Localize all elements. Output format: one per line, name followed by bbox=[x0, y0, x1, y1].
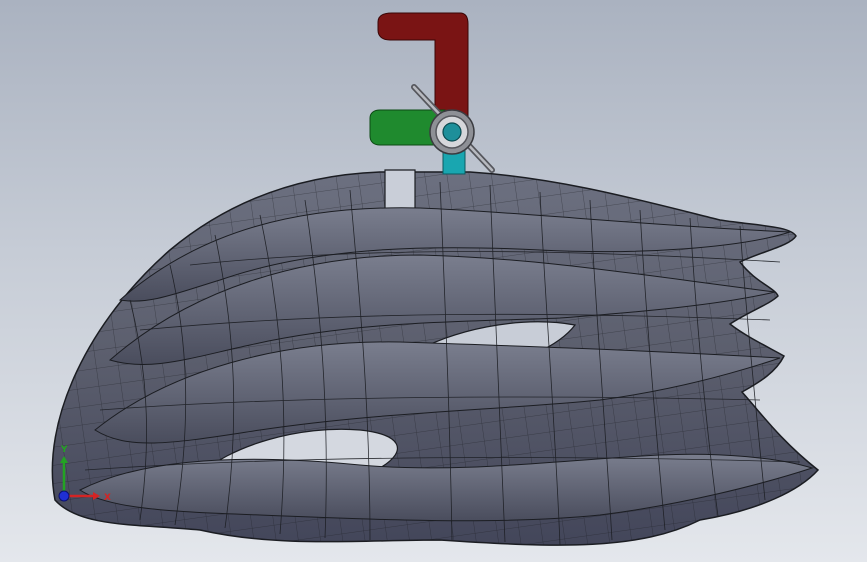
model-canvas[interactable]: X Y bbox=[0, 0, 867, 562]
triad-handle-x[interactable] bbox=[377, 12, 469, 121]
triad-label-x: X bbox=[104, 493, 111, 503]
helmet-model[interactable] bbox=[51, 169, 820, 546]
triad-axis-z bbox=[58, 490, 70, 502]
graphics-viewport[interactable]: X Y bbox=[0, 0, 867, 562]
move-triad[interactable] bbox=[369, 12, 495, 175]
triad-label-y: Y bbox=[60, 445, 68, 455]
